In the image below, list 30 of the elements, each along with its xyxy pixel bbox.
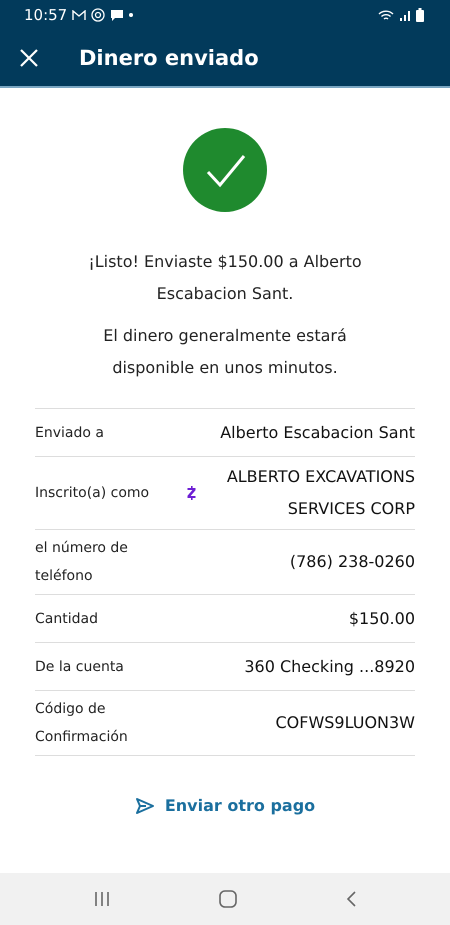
status-time: 10:57 — [24, 6, 68, 24]
detail-value: Alberto Escabacion Sant — [219, 422, 415, 444]
home-icon[interactable] — [218, 890, 237, 908]
mail-icon — [72, 10, 86, 20]
detail-label: De la cuenta — [35, 658, 125, 676]
availability-note: El dinero generalmente estará disponible en unos minutos. — [102, 325, 348, 379]
screen-title: Dinero enviado — [79, 46, 259, 70]
battery-icon — [416, 8, 424, 22]
detail-value: 360 Checking ...8920 — [243, 656, 415, 678]
detail-label: Enviado a — [35, 424, 105, 442]
dot-icon — [129, 13, 134, 17]
success-message: ¡Listo! Enviaste $150.00 a Alberto Escabacion Sant. — [87, 251, 363, 305]
detail-value: (786) 238-0260 — [288, 551, 415, 573]
send-icon — [134, 796, 155, 814]
check-circle-icon — [183, 128, 267, 212]
back-icon[interactable] — [346, 891, 356, 907]
detail-value: $150.00 — [348, 608, 415, 630]
detail-label: el número de teléfono — [35, 539, 129, 586]
signal-icon — [399, 9, 411, 21]
close-icon[interactable] — [19, 48, 39, 68]
send-another-payment-button[interactable]: Enviar otro pago — [130, 792, 320, 819]
detail-label: Código de Confirmación — [35, 700, 129, 747]
recent-apps-icon[interactable] — [94, 891, 110, 907]
chat-icon — [110, 8, 124, 22]
detail-label: Inscrito(a) como — [35, 484, 150, 503]
detail-value: COFWS9LUON3W — [274, 712, 415, 734]
detail-label: Cantidad — [35, 610, 99, 628]
z-logo-icon — [187, 486, 196, 500]
detail-value: ALBERTO EXCAVATIONS SERVICES CORP — [226, 466, 415, 520]
wifi-icon — [378, 8, 394, 22]
